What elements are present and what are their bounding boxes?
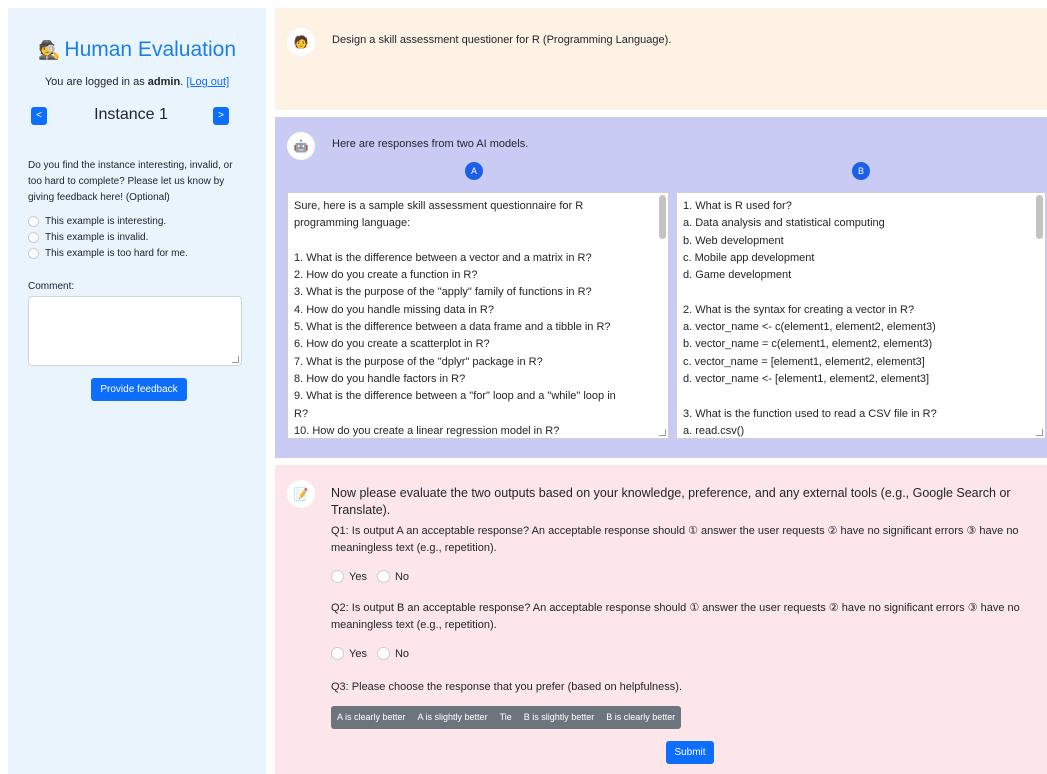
q1-options: Yes No — [331, 570, 419, 583]
evaluation-panel: 📝 Now please evaluate the two outputs ba… — [275, 465, 1047, 774]
pref-b-clearly-better-button[interactable]: B is clearly better — [600, 706, 681, 729]
response-a-line: R? — [294, 407, 309, 420]
radio-button[interactable] — [331, 647, 344, 660]
radio-button[interactable] — [28, 232, 39, 243]
user-avatar-icon: 🧑 — [287, 28, 315, 56]
q3-text: Q3: Please choose the response that you … — [331, 681, 682, 693]
pref-b-slightly-better-button[interactable]: B is slightly better — [518, 706, 601, 729]
pref-a-clearly-better-button[interactable]: A is clearly better — [331, 706, 412, 729]
feedback-option-too-hard[interactable]: This example is too hard for me. — [28, 248, 188, 259]
response-b-line: b. Web development — [683, 234, 784, 247]
response-b-line: b. vector_name = c(element1, element2, e… — [683, 338, 933, 351]
login-period: . — [180, 76, 184, 88]
response-b-line: a. vector_name <- c(element1, element2, … — [683, 321, 936, 334]
login-username: admin — [147, 76, 181, 88]
logout-link[interactable]: [Log out] — [186, 76, 229, 88]
response-a-line: 4. How do you handle missing data in R? — [294, 303, 494, 316]
response-a-line: 6. How do you create a scatterplot in R? — [294, 338, 490, 351]
response-a-textarea[interactable]: Sure, here is a sample skill assessment … — [287, 192, 669, 439]
response-a-line: 3. What is the purpose of the "apply" fa… — [294, 286, 592, 299]
response-a-line: 9. What is the difference between a "for… — [294, 390, 616, 403]
evaluation-instructions: Now please evaluate the two outputs base… — [331, 486, 1011, 517]
provide-feedback-button[interactable]: Provide feedback — [91, 378, 187, 401]
response-a-line: programming language: — [294, 217, 411, 230]
model-responses-panel: 🤖 Here are responses from two AI models.… — [275, 117, 1047, 458]
feedback-option-interesting[interactable]: This example is interesting. — [28, 216, 166, 227]
q1-text: Q1: Is output A an acceptable response? … — [331, 525, 1019, 554]
feedback-question: Do you find the instance interesting, in… — [28, 160, 233, 203]
resize-grip-icon[interactable] — [232, 356, 239, 363]
q2-yes-option[interactable]: Yes — [331, 647, 367, 660]
no-label: No — [394, 647, 410, 660]
sidebar: 🕵️ Human Evaluation You are logged in as … — [8, 8, 266, 774]
response-b-line: c. Mobile app development — [683, 251, 815, 264]
radio-button[interactable] — [331, 570, 344, 583]
submit-button[interactable]: Submit — [666, 741, 714, 764]
user-prompt-text: Design a skill assessment questioner for… — [332, 34, 672, 46]
radio-button[interactable] — [28, 216, 39, 227]
response-a-line: 1. What is the difference between a vect… — [294, 251, 592, 264]
response-b-line — [683, 284, 1038, 301]
app-title: 🕵️ Human Evaluation — [8, 38, 266, 62]
instance-title: Instance 1 — [94, 106, 168, 123]
resize-grip-icon[interactable] — [659, 429, 666, 436]
feedback-option-label: This example is too hard for me. — [45, 248, 188, 259]
memo-avatar-icon: 📝 — [287, 480, 315, 508]
login-prefix: You are logged in as — [44, 76, 145, 88]
q2-options: Yes No — [331, 647, 419, 660]
detective-icon: 🕵️ — [37, 40, 61, 60]
response-b-textarea[interactable]: 1. What is R used for? a. Data analysis a… — [676, 192, 1046, 439]
no-label: No — [394, 570, 410, 583]
login-status: You are logged in as admin. [Log out] — [8, 76, 266, 88]
response-a-content: Sure, here is a sample skill assessment … — [294, 198, 649, 438]
feedback-option-invalid[interactable]: This example is invalid. — [28, 232, 148, 243]
pref-a-slightly-better-button[interactable]: A is slightly better — [412, 706, 494, 729]
preference-button-group: A is clearly better A is slightly better… — [331, 706, 682, 729]
radio-button[interactable] — [376, 647, 390, 660]
pref-tie-button[interactable]: Tie — [494, 706, 518, 729]
response-b-line: 3. What is the function used to read a C… — [683, 407, 937, 420]
radio-button[interactable] — [376, 570, 390, 583]
response-a-scrollbar[interactable] — [659, 195, 666, 239]
response-b-line: c. vector_name = [element1, element2, el… — [683, 355, 925, 368]
feedback-option-label: This example is interesting. — [45, 216, 167, 227]
comment-textarea[interactable] — [28, 296, 242, 366]
response-b-line: a. read.csv() — [683, 424, 745, 437]
response-b-line: 1. What is R used for? — [683, 200, 792, 212]
response-b-line: d. Game development — [683, 269, 792, 282]
model-b-badge: B — [852, 162, 870, 180]
yes-label: Yes — [349, 647, 367, 660]
yes-label: Yes — [349, 570, 367, 583]
feedback-option-label: This example is invalid. — [45, 232, 149, 243]
q1-no-option[interactable]: No — [376, 570, 410, 583]
radio-button[interactable] — [28, 248, 39, 259]
response-a-line — [294, 233, 649, 250]
response-b-line — [683, 388, 1038, 405]
response-b-line: d. vector_name <- [element1, element2, e… — [683, 372, 930, 385]
prev-instance-button[interactable]: < — [31, 107, 47, 125]
response-a-line: 8. How do you handle factors in R? — [294, 372, 466, 385]
q1-yes-option[interactable]: Yes — [331, 570, 367, 583]
response-a-line: 2. How do you create a function in R? — [294, 269, 478, 282]
comment-label: Comment: — [28, 281, 75, 292]
response-a-line: 5. What is the difference between a data… — [294, 321, 611, 334]
models-intro-text: Here are responses from two AI models. — [332, 138, 529, 150]
app-title-text: Human Evaluation — [64, 38, 237, 61]
q2-text: Q2: Is output B an acceptable response? … — [331, 602, 1020, 631]
next-instance-button[interactable]: > — [213, 107, 229, 125]
response-b-line: a. Data analysis and statistical computi… — [683, 217, 885, 230]
response-a-line: Sure, here is a sample skill assessment … — [294, 200, 584, 212]
resize-grip-icon[interactable] — [1036, 429, 1043, 436]
model-a-badge: A — [465, 162, 483, 180]
response-b-line: 2. What is the syntax for creating a vec… — [683, 303, 915, 316]
q2-no-option[interactable]: No — [376, 647, 410, 660]
robot-avatar-icon: 🤖 — [287, 132, 315, 160]
user-prompt-panel: 🧑 Design a skill assessment questioner f… — [275, 8, 1047, 110]
response-b-content: 1. What is R used for? a. Data analysis a… — [683, 198, 1038, 438]
response-a-line: 10. How do you create a linear regressio… — [294, 424, 560, 437]
response-b-scrollbar[interactable] — [1036, 195, 1043, 239]
response-a-line: 7. What is the purpose of the "dplyr" pa… — [294, 355, 543, 368]
